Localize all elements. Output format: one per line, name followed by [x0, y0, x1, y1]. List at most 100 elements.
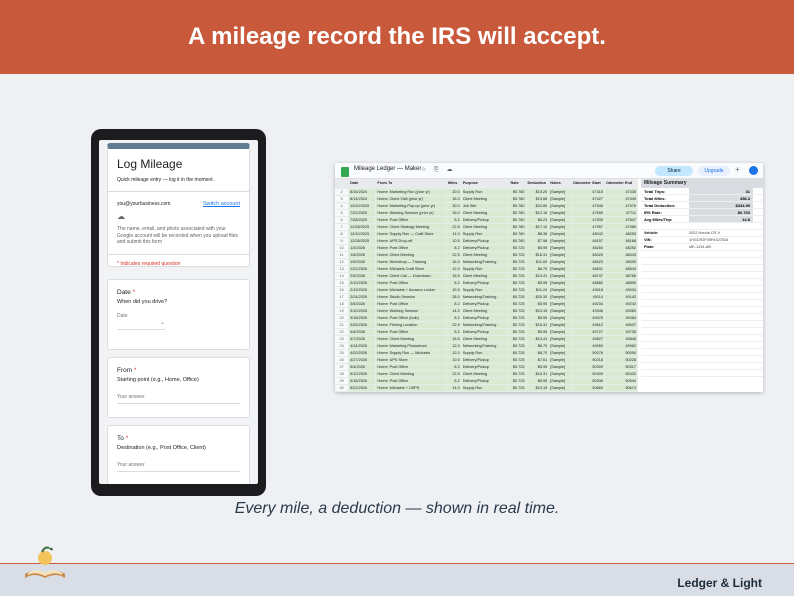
column-header[interactable]: Rate: [508, 179, 527, 189]
table-cell[interactable]: $0.725: [508, 377, 527, 385]
table-row[interactable]: 19 3/10/2026 Home: Working Session 14.0 Clie…: [335, 307, 639, 315]
table-cell[interactable]: 48292: [604, 244, 639, 252]
table-cell[interactable]: Supply Run: [461, 265, 510, 273]
table-cell[interactable]: 2/12/2026: [348, 279, 377, 287]
table-row[interactable]: 316/3/2026Home: Post Office8.2Delivery/P…: [335, 391, 639, 392]
table-cell[interactable]: 12.0: [446, 342, 462, 350]
table-cell[interactable]: [Sample]: [548, 272, 572, 280]
table-cell[interactable]: Delivery/Pickup: [461, 328, 510, 336]
table-cell[interactable]: 5/12/2026: [348, 370, 377, 378]
table-cell[interactable]: Delivery/Pickup: [461, 363, 510, 371]
table-cell[interactable]: 47711: [604, 209, 639, 217]
column-header[interactable]: Deduction: [526, 179, 550, 189]
table-cell[interactable]: Delivery/Pickup: [461, 377, 510, 385]
table-cell[interactable]: 5/4/2026: [348, 363, 377, 371]
table-cell[interactable]: 22.5: [446, 321, 462, 329]
table-cell[interactable]: 50544: [604, 377, 639, 385]
table-cell[interactable]: $0.780: [508, 216, 527, 224]
table-cell[interactable]: [Sample]: [548, 230, 572, 238]
table-row[interactable]: 25 4/20/2026 Home: Supply Run — Michaels 12…: [335, 349, 639, 357]
table-cell[interactable]: $0.725: [508, 265, 527, 273]
table-cell[interactable]: 49846: [604, 335, 639, 343]
table-row[interactable]: 26 4/27/2026 Home: UPS Store 10.5 Delivery/P…: [335, 356, 639, 364]
column-header[interactable]: Notes: [548, 179, 572, 189]
table-cell[interactable]: 50674: [604, 384, 639, 392]
table-cell[interactable]: 14.0: [446, 384, 462, 392]
table-row[interactable]: 6 7/28/2025 Home: Post Office 8.2 Delivery/P…: [335, 216, 639, 224]
table-cell[interactable]: 49034: [604, 286, 639, 294]
table-cell[interactable]: $8.70: [526, 265, 550, 273]
share-button[interactable]: Share: [655, 166, 693, 176]
table-cell[interactable]: 49234: [571, 300, 605, 308]
table-cell[interactable]: 47957: [571, 223, 605, 231]
table-cell[interactable]: 8.2: [446, 391, 462, 392]
table-cell[interactable]: 18.5: [446, 335, 462, 343]
table-row[interactable]: 18 3/6/2026 Home: Post Office 8.2 Delivery/P…: [335, 300, 639, 308]
table-cell[interactable]: $17.10: [526, 223, 550, 231]
table-row[interactable]: 23 4/7/2026 Home: Client Meeting 18.5 Client…: [335, 335, 639, 343]
table-row[interactable]: 15 2/12/2026 Home: Post Office 8.2 Delivery/…: [335, 279, 639, 287]
table-cell[interactable]: $16.31: [526, 321, 550, 329]
table-cell[interactable]: $5.95: [526, 377, 550, 385]
table-cell[interactable]: Home: Client Visit (prior yr): [375, 195, 447, 203]
table-cell[interactable]: 8.2: [446, 300, 462, 308]
table-cell[interactable]: 22.5: [446, 370, 462, 378]
table-cell[interactable]: Delivery/Pickup: [461, 244, 510, 252]
table-cell[interactable]: $0.725: [508, 321, 527, 329]
table-cell[interactable]: $8.36: [526, 230, 550, 238]
table-cell[interactable]: 4/27/2026: [348, 356, 377, 364]
table-cell[interactable]: [Sample]: [548, 328, 572, 336]
table-cell[interactable]: Client Meeting: [461, 272, 510, 280]
table-cell[interactable]: 1/9/2026: [348, 258, 377, 266]
table-cell[interactable]: $8.70: [526, 342, 550, 350]
table-cell[interactable]: Home: Client Meeting: [375, 251, 447, 259]
table-cell[interactable]: 50228: [604, 356, 639, 364]
table-cell[interactable]: [Sample]: [548, 349, 572, 357]
table-cell[interactable]: Home: Marketing Run (prior yr): [375, 188, 447, 196]
table-cell[interactable]: 50309: [571, 363, 605, 371]
table-cell[interactable]: [Sample]: [548, 251, 572, 259]
table-cell[interactable]: $0.725: [508, 363, 527, 371]
table-cell[interactable]: $0.725: [508, 279, 527, 287]
table-cell[interactable]: [Sample]: [548, 307, 572, 315]
summary-value[interactable]: $334.99: [689, 202, 753, 208]
table-row[interactable]: 9 12/28/2025 Home: UPS Drop-off 10.5 Deliver…: [335, 237, 639, 245]
table-cell[interactable]: 10/10/2025: [348, 202, 377, 210]
table-cell[interactable]: 47839: [571, 216, 605, 224]
table-cell[interactable]: $0.725: [508, 328, 527, 336]
from-input[interactable]: Your answer: [117, 394, 240, 400]
table-cell[interactable]: $5.95: [526, 279, 550, 287]
table-cell[interactable]: Home: Post Office: [375, 328, 447, 336]
table-cell[interactable]: 47427: [571, 195, 605, 203]
table-cell[interactable]: $13.41: [526, 335, 550, 343]
table-cell[interactable]: $0.725: [508, 342, 527, 350]
table-cell[interactable]: [Sample]: [548, 335, 572, 343]
table-cell[interactable]: 10.5: [446, 237, 462, 245]
table-cell[interactable]: $12.16: [526, 209, 550, 217]
table-cell[interactable]: 15.5: [446, 286, 462, 294]
table-cell[interactable]: $13.41: [526, 272, 550, 280]
table-cell[interactable]: [Sample]: [548, 202, 572, 210]
table-cell[interactable]: Delivery/Pickup: [461, 300, 510, 308]
table-cell[interactable]: Client Meeting: [461, 251, 510, 259]
table-row[interactable]: 7 12/28/2025 Home: Client Strategy Meeting…: [335, 223, 639, 231]
table-cell[interactable]: Home: Studio Session: [375, 293, 447, 301]
table-cell[interactable]: 48443: [604, 251, 639, 259]
table-cell[interactable]: [Sample]: [548, 265, 572, 273]
table-cell[interactable]: $5.95: [526, 244, 550, 252]
vehicle-value[interactable]: 2022 Honda CR-V: [689, 230, 753, 236]
table-cell[interactable]: 1/22/2026: [348, 265, 377, 273]
table-cell[interactable]: $0.725: [508, 391, 527, 392]
table-cell[interactable]: $0.780: [508, 188, 527, 196]
table-cell[interactable]: 48539: [604, 258, 639, 266]
column-header[interactable]: [335, 179, 350, 189]
table-cell[interactable]: $5.95: [526, 363, 550, 371]
table-cell[interactable]: 49242: [604, 300, 639, 308]
table-cell[interactable]: 1/3/2026: [348, 244, 377, 252]
table-cell[interactable]: 6/3/2026: [348, 391, 377, 392]
table-cell[interactable]: $0.725: [508, 258, 527, 266]
table-cell[interactable]: 12/28/2025: [348, 223, 377, 231]
table-cell[interactable]: $10.15: [526, 384, 550, 392]
table-row[interactable]: 16 2/19/2026 Home: Michaels + Amazon Locke…: [335, 286, 639, 294]
table-cell[interactable]: 47980: [604, 223, 639, 231]
